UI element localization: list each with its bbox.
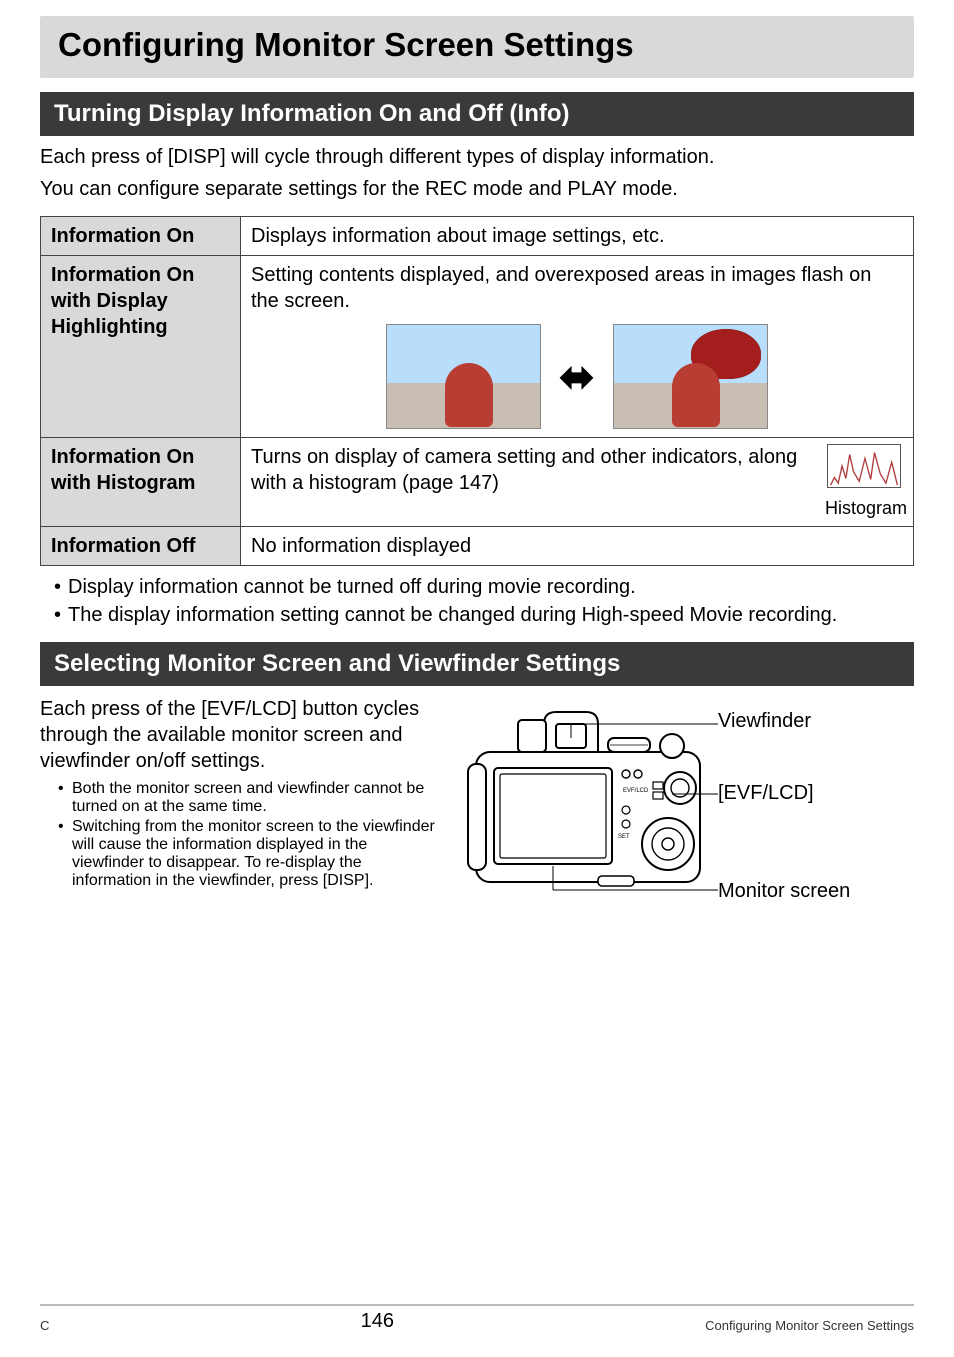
table-row: Information On Displays information abou… xyxy=(41,217,914,256)
row1-cell: Setting contents displayed, and overexpo… xyxy=(241,256,914,438)
camera-diagram: EVF/LCD SET xyxy=(458,694,914,909)
section1-note-0: Display information cannot be turned off… xyxy=(54,574,914,600)
row2-cell: Turns on display of camera setting and o… xyxy=(241,438,914,527)
section2-text-column: Each press of the [EVF/LCD] button cycle… xyxy=(40,694,440,892)
page-title: Configuring Monitor Screen Settings xyxy=(46,22,908,68)
row0-label: Information On xyxy=(41,217,241,256)
row2-desc: Turns on display of camera setting and o… xyxy=(251,444,815,496)
page-footer: C 146 Configuring Monitor Screen Setting… xyxy=(40,1304,914,1333)
camera-back-icon: EVF/LCD SET xyxy=(458,694,718,904)
callout-evf-lcd: [EVF/LCD] xyxy=(718,782,814,805)
row2-label: Information On with Histogram xyxy=(41,438,241,527)
footer-page-number: 146 xyxy=(361,1310,394,1333)
histogram-caption: Histogram xyxy=(825,497,903,520)
footer-left: C xyxy=(40,1318,49,1333)
row1-label: Information On with Display Highlighting xyxy=(41,256,241,438)
row3-label: Information Off xyxy=(41,527,241,566)
section1-intro-line1: Each press of [DISP] will cycle through … xyxy=(40,144,914,170)
section2-bullet-1: Switching from the monitor screen to the… xyxy=(58,818,440,890)
info-modes-table: Information On Displays information abou… xyxy=(40,216,914,566)
highlight-example-images: ⬌ xyxy=(251,324,903,429)
svg-text:EVF/LCD: EVF/LCD xyxy=(623,788,649,794)
example-photo-left xyxy=(386,324,541,429)
callout-monitor: Monitor screen xyxy=(718,880,850,903)
section1-intro-line2: You can configure separate settings for … xyxy=(40,176,914,202)
table-row: Information On with Display Highlighting… xyxy=(41,256,914,438)
row1-desc: Setting contents displayed, and overexpo… xyxy=(251,262,903,314)
section2-bullet-0: Both the monitor screen and viewfinder c… xyxy=(58,780,440,816)
section1-notes: Display information cannot be turned off… xyxy=(40,574,914,628)
table-row: Information On with Histogram Turns on d… xyxy=(41,438,914,527)
histogram-graphic: Histogram xyxy=(825,444,903,520)
arrow-both-icon: ⬌ xyxy=(559,356,594,398)
table-row: Information Off No information displayed xyxy=(41,527,914,566)
histogram-icon xyxy=(827,444,901,488)
footer-right: Configuring Monitor Screen Settings xyxy=(705,1318,914,1333)
page-title-wrap: Configuring Monitor Screen Settings xyxy=(40,16,914,78)
svg-text:SET: SET xyxy=(618,834,630,840)
section2-heading: Selecting Monitor Screen and Viewfinder … xyxy=(40,642,914,686)
callout-viewfinder: Viewfinder xyxy=(718,710,811,733)
row3-desc: No information displayed xyxy=(241,527,914,566)
section1-heading: Turning Display Information On and Off (… xyxy=(40,92,914,136)
example-photo-right xyxy=(613,324,768,429)
section1-note-1: The display information setting cannot b… xyxy=(54,602,914,628)
section2-bullets: Both the monitor screen and viewfinder c… xyxy=(40,780,440,890)
row0-desc: Displays information about image setting… xyxy=(241,217,914,256)
section2-intro: Each press of the [EVF/LCD] button cycle… xyxy=(40,696,440,774)
